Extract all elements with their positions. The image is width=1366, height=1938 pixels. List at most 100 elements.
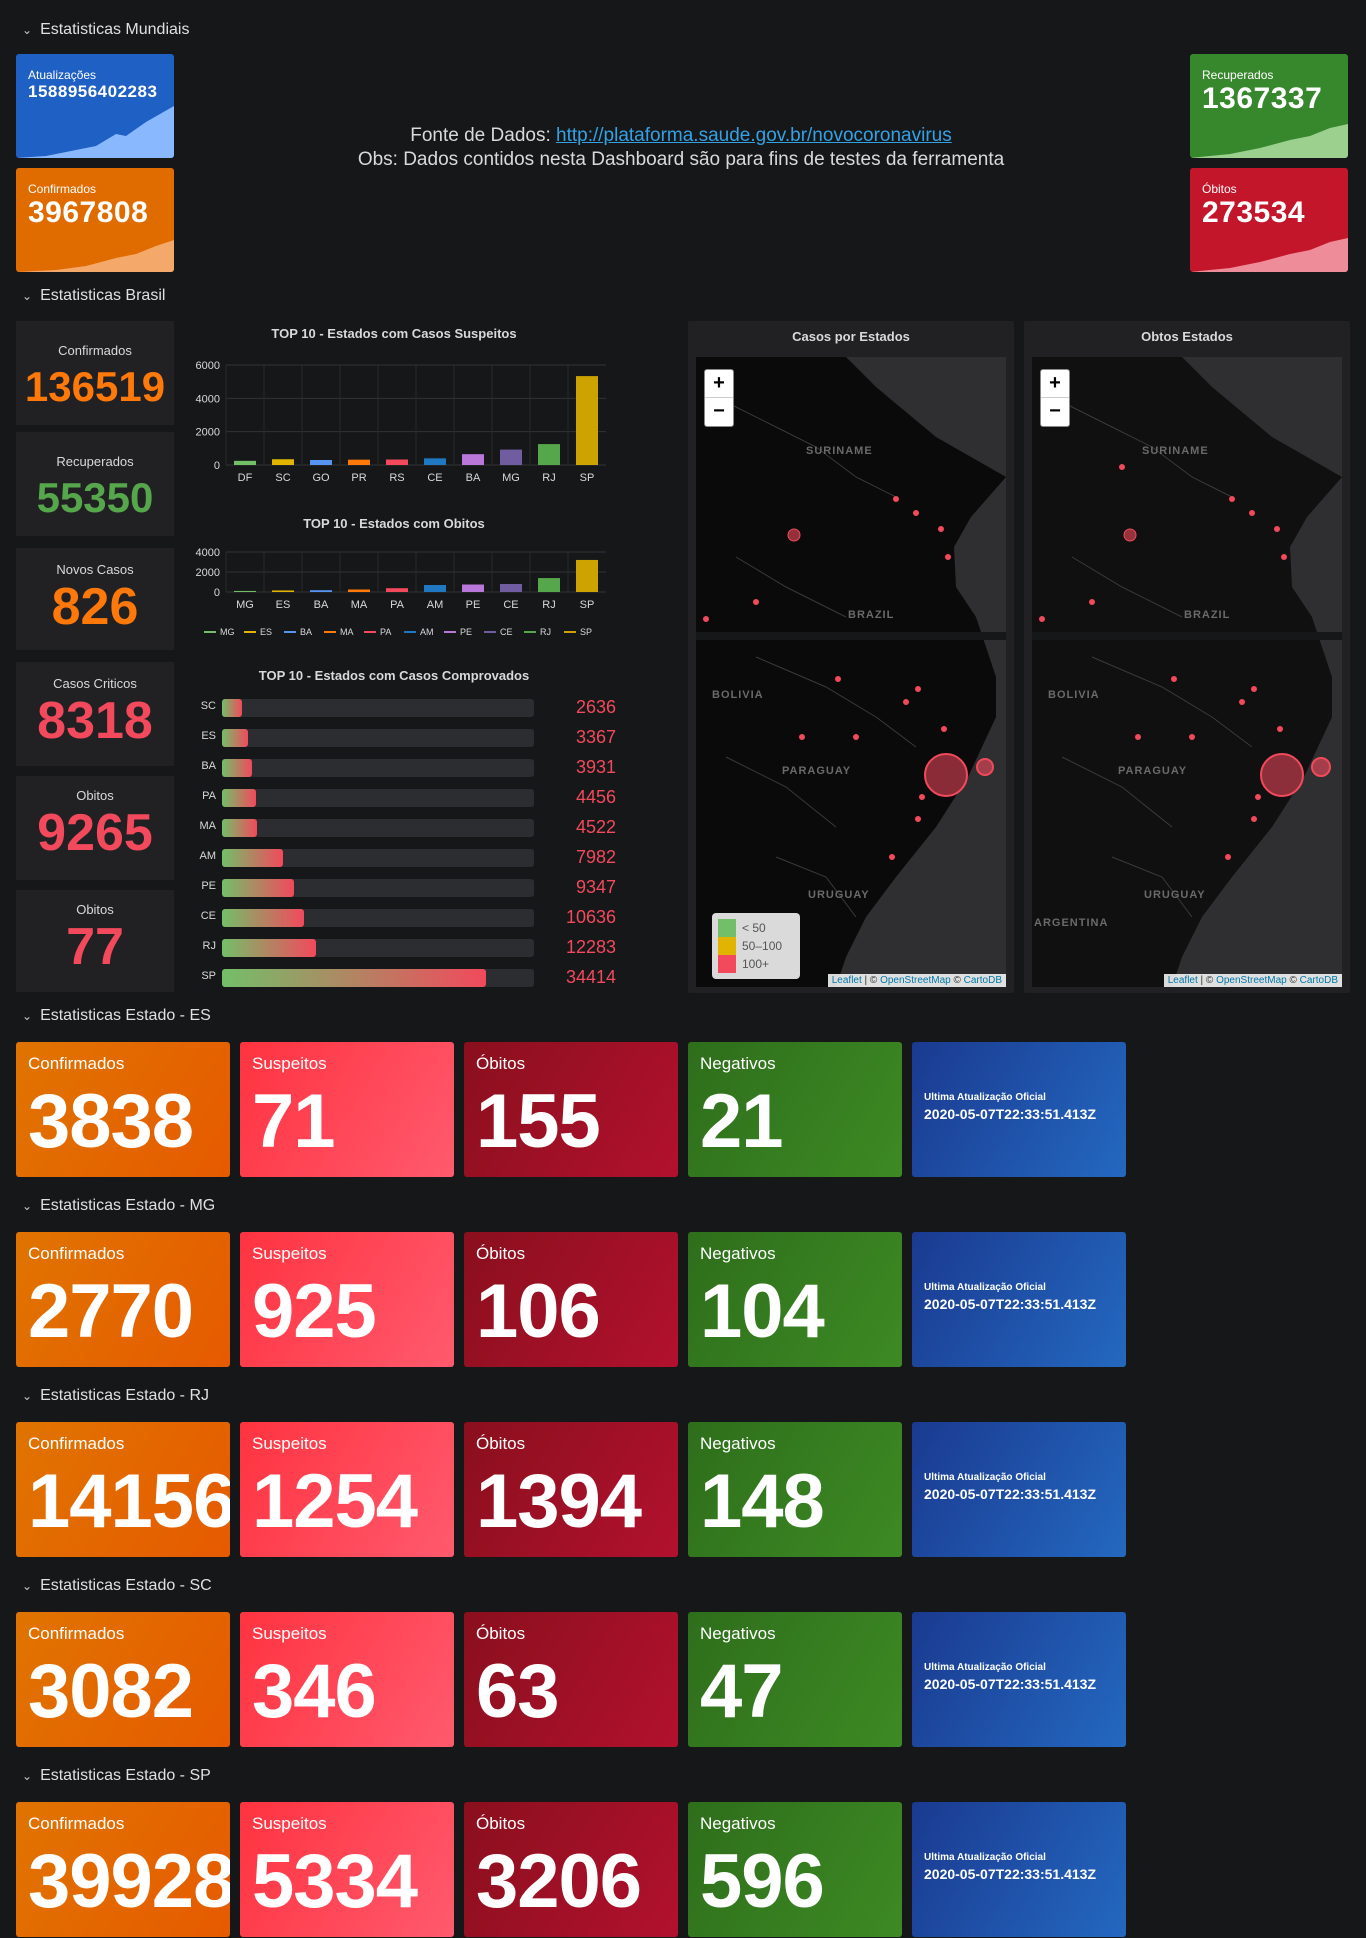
bar-MA[interactable] [348, 589, 370, 593]
country-label-bolivia: BOLIVIA [1048, 689, 1100, 701]
tile-value: 71 [252, 1079, 336, 1164]
bar-GO[interactable] [310, 460, 332, 465]
gauge-label: BA [201, 760, 216, 772]
gauge-value: 7982 [575, 847, 616, 867]
gauge-value: 2636 [575, 697, 616, 717]
sparkline [16, 240, 174, 272]
osm-link[interactable]: OpenStreetMap [1216, 975, 1287, 986]
bar-RJ[interactable] [538, 444, 560, 465]
stat-atualizacoes: Atualizações 1588956402283 [16, 54, 174, 158]
row-mundiais[interactable]: ⌄ Estatisticas Mundiais [22, 19, 189, 41]
tile-obitos: Óbitos 155 [464, 1042, 678, 1177]
stat-label: Novos Casos [56, 562, 134, 577]
leaflet-link[interactable]: Leaflet [832, 975, 862, 986]
tile-label: Confirmados [28, 1244, 125, 1263]
bar-BA[interactable] [310, 590, 332, 592]
tile-label: Confirmados [28, 1054, 125, 1073]
tile-negativos: Negativos 104 [688, 1232, 902, 1367]
bar-DF[interactable] [234, 460, 256, 465]
stat-label: Obitos [76, 788, 114, 803]
tile-value: 5334 [252, 1839, 418, 1924]
bar-MG[interactable] [234, 590, 256, 592]
tile-obitos: Óbitos 1394 [464, 1422, 678, 1557]
row-sp[interactable]: ⌄ Estatisticas Estado - SP [22, 1765, 211, 1787]
zoom-in-button[interactable]: + [1041, 370, 1069, 398]
map-title: Casos por Estados [792, 329, 910, 344]
x-tick-label: MA [351, 599, 368, 611]
bar-PA[interactable] [386, 588, 408, 592]
bar-SP[interactable] [576, 376, 598, 465]
stat-value: 826 [51, 578, 139, 636]
carto-link[interactable]: CartoDB [964, 975, 1002, 986]
gauge-row-SC: SC 2636 [192, 697, 622, 717]
map-legend: < 50 50–100 100+ [712, 913, 800, 979]
tile-suspeitos: Suspeitos 925 [240, 1232, 454, 1367]
row-es[interactable]: ⌄ Estatisticas Estado - ES [22, 1005, 211, 1027]
gauge-label: AM [199, 850, 217, 862]
gauge-row-RJ: RJ 12283 [192, 937, 622, 957]
row-title-label: Estatisticas Estado - ES [40, 1007, 211, 1024]
brasil-stat-recuperados: Recuperados 55350 [16, 432, 174, 536]
leaflet-link[interactable]: Leaflet [1168, 975, 1198, 986]
bar-BA[interactable] [462, 454, 484, 465]
row-sc[interactable]: ⌄ Estatisticas Estado - SC [22, 1575, 212, 1597]
gauge-label: PA [202, 790, 216, 802]
zoom-in-button[interactable]: + [705, 370, 733, 398]
gauge-fill [222, 909, 304, 927]
row-title-label: Estatisticas Estado - SC [40, 1577, 212, 1594]
stat-label: Obitos [76, 902, 114, 917]
x-tick-label: BA [314, 599, 329, 611]
brasil-stat-casos-criticos: Casos Criticos 8318 [16, 662, 174, 766]
x-tick-label: CE [427, 472, 442, 484]
x-tick-label: SC [275, 472, 290, 484]
bar-AM[interactable] [424, 585, 446, 592]
row-mg[interactable]: ⌄ Estatisticas Estado - MG [22, 1195, 215, 1217]
zoom-out-button[interactable]: − [1041, 398, 1069, 426]
source-link[interactable]: http://plataforma.saude.gov.br/novocoron… [556, 125, 952, 146]
x-tick-label: MG [236, 599, 254, 611]
gauge-label: SP [201, 970, 216, 982]
bar-PR[interactable] [348, 459, 370, 465]
bar-CE[interactable] [424, 458, 446, 465]
x-tick-label: ES [276, 599, 291, 611]
tile-value: 2020-05-07T22:33:51.413Z [924, 1296, 1097, 1312]
gauge-label: PE [201, 880, 216, 892]
gauge-fill [222, 849, 284, 867]
tile-value: 2770 [28, 1269, 194, 1354]
tile-last-update: Ultima Atualização Oficial 2020-05-07T22:… [912, 1612, 1126, 1747]
map-obitos[interactable]: + − SURINAME BRAZIL BOLIVIA PARAGUAY URU… [1032, 357, 1342, 987]
legend-label: PE [460, 627, 472, 636]
carto-link[interactable]: CartoDB [1300, 975, 1338, 986]
gauge-value: 9347 [575, 877, 616, 897]
tile-label: Negativos [700, 1814, 776, 1833]
gauge-label: CE [200, 910, 216, 922]
stat-value: 8318 [37, 692, 153, 750]
bar-RS[interactable] [386, 459, 408, 466]
bar-SP[interactable] [576, 559, 598, 592]
bar-CE[interactable] [500, 584, 522, 592]
gauge-track [222, 699, 534, 717]
attrib-sep: © [1286, 975, 1300, 986]
row-rj[interactable]: ⌄ Estatisticas Estado - RJ [22, 1385, 209, 1407]
tile-value: 596 [700, 1839, 825, 1924]
bar-PE[interactable] [462, 584, 484, 593]
legend-item: 100+ [718, 955, 794, 973]
tile-negativos: Negativos 148 [688, 1422, 902, 1557]
legend-label: MG [220, 627, 235, 636]
zoom-out-button[interactable]: − [705, 398, 733, 426]
x-tick-label: CE [503, 599, 518, 611]
tile-label: Óbitos [476, 1624, 526, 1643]
gauge-row-MA: MA 4522 [192, 817, 622, 837]
bar-ES[interactable] [272, 590, 294, 592]
x-tick-label: MG [502, 472, 520, 484]
tile-label: Ultima Atualização Oficial [924, 1472, 1046, 1483]
bar-MG[interactable] [500, 449, 522, 465]
legend-swatch [718, 955, 736, 973]
legend-swatch [718, 937, 736, 955]
bar-RJ[interactable] [538, 578, 560, 592]
osm-link[interactable]: OpenStreetMap [880, 975, 951, 986]
map-casos[interactable]: + − SURINAME BRAZIL BOLIVIA PARAGUAY URU… [696, 357, 1006, 987]
tile-suspeitos: Suspeitos 71 [240, 1042, 454, 1177]
row-brasil[interactable]: ⌄ Estatisticas Brasil [22, 285, 165, 307]
bar-SC[interactable] [272, 459, 294, 465]
